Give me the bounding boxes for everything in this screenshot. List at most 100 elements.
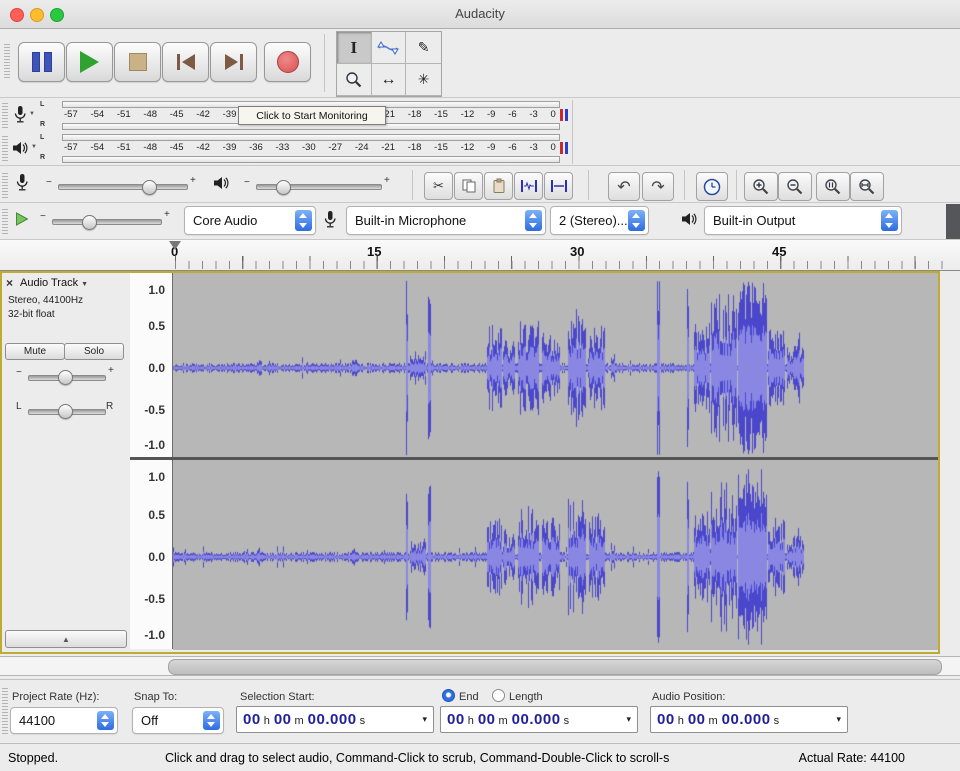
snap-to-select[interactable]: Off <box>132 707 224 734</box>
project-rate-select[interactable]: 44100 <box>10 707 118 734</box>
redo-button[interactable]: ↷ <box>642 172 674 201</box>
track-title-menu[interactable]: Audio Track ▼ <box>20 277 88 289</box>
recording-volume-plus: + <box>190 175 196 186</box>
time-format-caret-icon[interactable]: ▾ <box>836 714 841 725</box>
playhead-marker[interactable] <box>169 241 181 250</box>
play-at-speed-icon[interactable] <box>14 211 30 227</box>
db-scale-label: -33 <box>276 142 290 153</box>
waveform-canvas[interactable] <box>173 273 938 650</box>
recording-meter-grip[interactable] <box>2 102 8 128</box>
selection-tool-button[interactable]: I <box>337 32 372 64</box>
seconds-unit: s <box>564 715 570 727</box>
minutes-value: 00 <box>274 711 292 728</box>
db-scale-label: -18 <box>408 109 422 120</box>
playback-volume-minus: − <box>244 177 250 188</box>
playback-meter[interactable]: ▼ L R -57-54-51-48-45-42-39-36-33-30-27-… <box>0 132 572 164</box>
speaker-icon <box>212 175 230 191</box>
solo-button[interactable]: Solo <box>64 343 124 360</box>
silence-audio-button[interactable] <box>544 172 573 200</box>
vertical-scale-left-channel[interactable]: 1.00.50.0-0.5-1.0 <box>130 273 172 457</box>
chevron-updown-icon <box>628 210 645 231</box>
paste-button[interactable] <box>484 172 513 200</box>
play-speed-thumb[interactable] <box>82 215 97 230</box>
seconds-unit: s <box>360 715 366 727</box>
scrollbar-thumb[interactable] <box>168 659 942 675</box>
transport-toolbar-grip[interactable] <box>4 44 10 78</box>
vertical-scale-right-channel[interactable]: 1.00.50.0-0.5-1.0 <box>130 461 172 649</box>
db-scale-label: -57 <box>64 142 78 153</box>
chevron-updown-icon <box>97 711 114 730</box>
end-radio[interactable] <box>442 689 455 702</box>
selection-end-time[interactable]: 00h 00m 00.000s ▾ <box>440 706 638 733</box>
stop-button[interactable] <box>114 42 161 82</box>
meter-dropdown-icon[interactable]: ▼ <box>31 144 37 150</box>
timer-record-button[interactable] <box>696 172 728 201</box>
gain-slider-thumb[interactable] <box>58 370 73 385</box>
skip-to-start-button[interactable] <box>162 42 209 82</box>
recording-channels-select[interactable]: 2 (Stereo)... <box>550 206 649 235</box>
time-format-caret-icon[interactable]: ▾ <box>626 714 631 725</box>
trim-audio-button[interactable] <box>514 172 543 200</box>
envelope-tool-button[interactable] <box>372 32 407 64</box>
playback-meter-bar-right[interactable] <box>62 156 560 163</box>
cut-icon: ✂ <box>433 178 444 194</box>
status-bar: Stopped. Click and drag to select audio,… <box>0 743 960 771</box>
draw-tool-button[interactable]: ✎ <box>406 32 441 64</box>
recording-device-select[interactable]: Built-in Microphone <box>346 206 546 235</box>
mixer-toolbar-grip[interactable] <box>2 172 8 198</box>
playback-volume-slider[interactable] <box>256 184 382 190</box>
pan-slider-thumb[interactable] <box>58 404 73 419</box>
fit-selection-button[interactable] <box>816 172 850 201</box>
audacity-window: Audacity I ✎ ↔ ✳ ▼ L R -57-54-51-48-45-4… <box>0 0 960 771</box>
pause-button[interactable] <box>18 42 65 82</box>
amplitude-label: 1.0 <box>148 283 165 297</box>
time-shift-tool-button[interactable]: ↔ <box>372 64 407 96</box>
zoom-in-button[interactable] <box>744 172 778 201</box>
playback-device-select[interactable]: Built-in Output <box>704 206 902 235</box>
microphone-icon <box>14 173 30 193</box>
length-radio[interactable] <box>492 689 505 702</box>
undo-button[interactable]: ↶ <box>608 172 640 201</box>
selection-start-time[interactable]: 00h 00m 00.000s ▾ <box>236 706 434 733</box>
horizontal-scrollbar[interactable] <box>0 656 960 676</box>
play-speed-slider[interactable] <box>52 219 162 225</box>
pencil-icon: ✎ <box>418 39 430 56</box>
collapse-track-button[interactable]: ▲ <box>5 630 127 648</box>
hours-value: 00 <box>447 711 465 728</box>
multi-tool-button[interactable]: ✳ <box>406 64 441 96</box>
meter-dropdown-icon[interactable]: ▼ <box>29 111 35 117</box>
recording-volume-slider[interactable] <box>58 184 188 190</box>
playback-meter-scale: -57-54-51-48-45-42-39-36-33-30-27-24-21-… <box>64 141 556 154</box>
selection-toolbar-grip[interactable] <box>2 688 8 734</box>
toolbar-separator <box>324 34 325 92</box>
project-rate-value: 44100 <box>19 708 55 733</box>
recording-volume-thumb[interactable] <box>142 180 157 195</box>
audio-position-label: Audio Position: <box>652 691 725 703</box>
minutes-value: 00 <box>478 711 496 728</box>
playback-meter-grip[interactable] <box>2 135 8 161</box>
db-scale-label: -15 <box>434 142 448 153</box>
end-radio-label: End <box>459 691 479 703</box>
skip-to-end-button[interactable] <box>210 42 257 82</box>
playback-volume-thumb[interactable] <box>276 180 291 195</box>
time-format-caret-icon[interactable]: ▾ <box>422 714 427 725</box>
mute-button[interactable]: Mute <box>5 343 65 360</box>
copy-button[interactable] <box>454 172 483 200</box>
audio-position-time[interactable]: 00h 00m 00.000s ▾ <box>650 706 848 733</box>
record-button[interactable] <box>264 42 311 82</box>
close-track-button[interactable]: × <box>6 276 13 290</box>
fit-project-button[interactable] <box>850 172 884 201</box>
playback-meter-bar-left[interactable] <box>62 134 560 141</box>
device-toolbar-grip[interactable] <box>2 208 8 234</box>
zoom-out-button[interactable] <box>778 172 812 201</box>
db-scale-label: -39 <box>223 142 237 153</box>
minutes-unit: m <box>499 715 508 727</box>
zoom-tool-button[interactable] <box>337 64 372 96</box>
chevron-updown-icon <box>295 210 312 231</box>
amplitude-label: 0.0 <box>148 361 165 375</box>
cut-button[interactable]: ✂ <box>424 172 453 200</box>
timeline-ruler[interactable]: 0 15 30 45 <box>0 240 960 271</box>
audio-host-select[interactable]: Core Audio <box>184 206 316 235</box>
play-button[interactable] <box>66 42 113 82</box>
meter-left-label: L <box>40 134 44 141</box>
